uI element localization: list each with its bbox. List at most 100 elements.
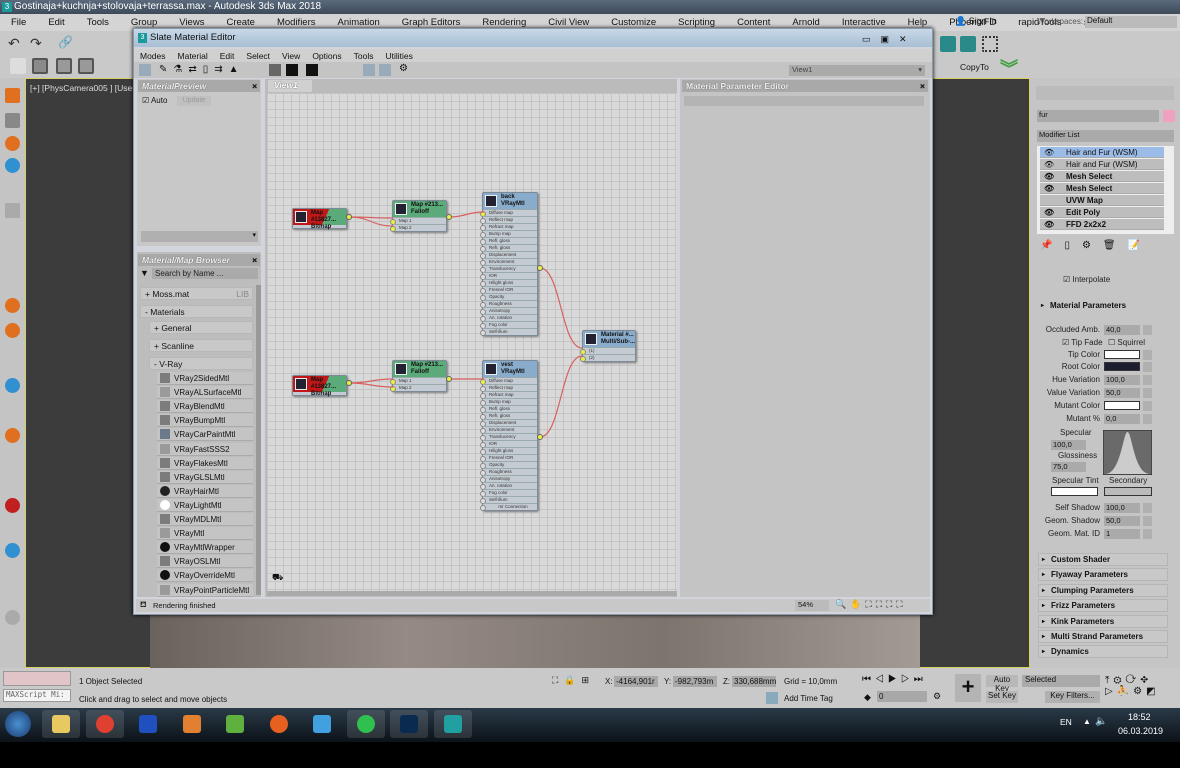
key-mode-dropdown[interactable]: Selected: [1022, 675, 1100, 687]
node-input-slot[interactable]: Translucency: [480, 433, 537, 441]
modifier-stack-item[interactable]: 👁 FFD 2x2x2: [1040, 219, 1164, 230]
menu-item[interactable]: Interactive: [831, 17, 897, 28]
map-slot-button[interactable]: [1143, 503, 1152, 513]
menu-item[interactable]: File: [0, 17, 37, 28]
node-bitmap2[interactable]: Map #13827... Bitmap: [292, 375, 347, 397]
view-dropdown[interactable]: View1 ▾: [789, 65, 925, 76]
menu-item[interactable]: Graph Editors: [391, 17, 472, 28]
view-horizontal-scrollbar[interactable]: [267, 591, 677, 596]
slate-menu-item[interactable]: Select: [240, 51, 276, 61]
current-frame-field[interactable]: 0: [877, 691, 927, 702]
map-slot-button[interactable]: [1143, 375, 1152, 385]
stack-tools[interactable]: 📌▯⚙🗑📝: [1040, 240, 1152, 251]
tool-icon[interactable]: [5, 378, 20, 393]
slate-menu-item[interactable]: Utilities: [379, 51, 418, 61]
node-input-slot[interactable]: Fresnel IOR: [480, 286, 537, 294]
eye-icon[interactable]: 👁: [1044, 171, 1054, 182]
node-multi[interactable]: Material #... Multi/Sub-... (1) (2): [580, 330, 636, 362]
node-vray1[interactable]: back VRayMtl Diffuse map Reflect map Refract…: [480, 192, 538, 336]
workspace-dropdown[interactable]: Default: [1085, 16, 1177, 28]
browser-scrollbar[interactable]: [256, 285, 261, 595]
node-input-slot[interactable]: Anisotropy: [480, 475, 537, 483]
tray-expand-icon[interactable]: ▲: [1083, 717, 1091, 726]
browser-material-item[interactable]: VRayHairMtl: [157, 484, 253, 498]
zoom-dropdown[interactable]: 54%: [795, 600, 829, 611]
browser-group[interactable]: + Scanline: [149, 339, 253, 352]
menu-item[interactable]: Create: [215, 17, 266, 28]
browser-material-item[interactable]: VRayOverrideMtl: [157, 569, 253, 583]
rollout-flyaway-parameters[interactable]: Flyaway Parameters: [1038, 568, 1168, 582]
self-shadow-spinner[interactable]: 100,0: [1104, 503, 1140, 513]
set-keys-icon[interactable]: +: [955, 674, 981, 702]
browser-material-item[interactable]: VRayLightMtl: [157, 498, 253, 512]
node-input-slot[interactable]: IOR: [480, 440, 537, 448]
taskbar-app-coreldraw[interactable]: [216, 710, 254, 738]
taskbar-app-firefox[interactable]: [260, 710, 298, 738]
browser-material-item[interactable]: VRayPointParticleMtl: [157, 583, 253, 597]
modifier-stack-item[interactable]: UVW Map: [1040, 195, 1164, 206]
eye-icon[interactable]: 👁: [1044, 183, 1054, 194]
tool-icons[interactable]: ✎⚗⇄▯⇉▲: [159, 64, 245, 75]
layout-children-icon[interactable]: [379, 64, 391, 76]
menu-item[interactable]: Customize: [600, 17, 667, 28]
node-input-slot[interactable]: Environment: [480, 426, 537, 434]
browser-group[interactable]: + General: [149, 321, 253, 334]
slate-menu-item[interactable]: Edit: [214, 51, 241, 61]
geom-mat-id-spinner[interactable]: 1: [1104, 529, 1140, 539]
node-falloff1[interactable]: Map #213... Falloff Map 1 Map 2: [390, 200, 447, 232]
browser-material-item[interactable]: VRayMDLMtl: [157, 513, 253, 526]
node-input-slot[interactable]: Self-illum: [480, 328, 537, 336]
map-slot-button[interactable]: [1143, 362, 1152, 372]
node-input-slot[interactable]: Bump map: [480, 398, 537, 406]
slate-menu-item[interactable]: Tools: [348, 51, 380, 61]
tool-icon[interactable]: [5, 428, 20, 443]
help-icon[interactable]: [5, 610, 20, 625]
taskbar-app-app-blue[interactable]: [129, 710, 167, 738]
glossiness-spinner[interactable]: 75,0: [1051, 462, 1086, 472]
browser-material-item[interactable]: VRayALSurfaceMtl: [157, 386, 253, 400]
slate-menu-item[interactable]: View: [276, 51, 306, 61]
playback-controls[interactable]: ⏮◁▶▷⏭: [862, 674, 927, 685]
browser-material-item[interactable]: VRayBumpMtl: [157, 414, 253, 428]
node-input-slot[interactable]: Anisotropy: [480, 307, 537, 315]
slate-title-bar[interactable]: 3 Slate Material Editor ▭▣✕: [134, 29, 932, 47]
browser-material-item[interactable]: VRayMtlWrapper: [157, 541, 253, 555]
map-display-icon[interactable]: [306, 64, 318, 76]
select-tool-icon[interactable]: [139, 64, 151, 76]
tab-view1[interactable]: View1: [268, 80, 312, 92]
browser-material-item[interactable]: VRayFastSSS2: [157, 442, 253, 456]
time-tag-icon[interactable]: [766, 692, 778, 704]
redo-icon[interactable]: ↷: [30, 35, 46, 51]
viewport-label[interactable]: [+] [PhysCamera005 ] [User: [30, 83, 135, 93]
slate-menu-item[interactable]: Options: [306, 51, 347, 61]
modifier-list-dropdown[interactable]: Modifier List: [1037, 130, 1174, 142]
sphere-icon[interactable]: [5, 136, 20, 151]
node-input-slot[interactable]: IOR: [480, 272, 537, 280]
browser-search-input[interactable]: Search by Name ...: [152, 268, 258, 279]
mutant-pct-spinner[interactable]: 0,0: [1104, 414, 1140, 424]
preview-dropdown[interactable]: ▾: [141, 231, 258, 242]
node-input-slot[interactable]: Refl. gloss: [480, 237, 537, 245]
navigator-icon[interactable]: ⛟: [272, 572, 283, 584]
browser-group[interactable]: - Materials: [140, 305, 253, 318]
clock-date[interactable]: 06.03.2019: [1118, 726, 1163, 736]
node-input-slot[interactable]: Map 2: [390, 224, 446, 232]
render-icon[interactable]: [78, 58, 94, 74]
node-input-slot[interactable]: Reflect map: [480, 384, 537, 392]
rollout-multi-strand-parameters[interactable]: Multi Strand Parameters: [1038, 630, 1168, 643]
menu-item[interactable]: Tools: [76, 17, 120, 28]
maxscript-mini-listener[interactable]: MAXScript Mi:: [3, 689, 71, 702]
map-slot-button[interactable]: [1143, 325, 1152, 335]
node-input-slot[interactable]: Fog color: [480, 489, 537, 497]
tool-icon[interactable]: [5, 543, 20, 558]
add-time-tag-button[interactable]: Add Time Tag: [784, 694, 833, 703]
map-slot-button[interactable]: [1143, 401, 1152, 411]
browser-material-item[interactable]: VRayGLSLMtl: [157, 470, 253, 484]
object-name-input[interactable]: fur: [1037, 110, 1159, 122]
modifier-stack-item[interactable]: 👁 Hair and Fur (WSM): [1040, 159, 1164, 170]
node-input-slot[interactable]: Refl. gloss: [480, 405, 537, 413]
z-coordinate-field[interactable]: 330,688mm: [732, 676, 776, 687]
menu-item[interactable]: Civil View: [537, 17, 600, 28]
node-input-slot[interactable]: Opacity: [480, 461, 537, 469]
taskbar-app-3dsmax[interactable]: [433, 710, 472, 738]
